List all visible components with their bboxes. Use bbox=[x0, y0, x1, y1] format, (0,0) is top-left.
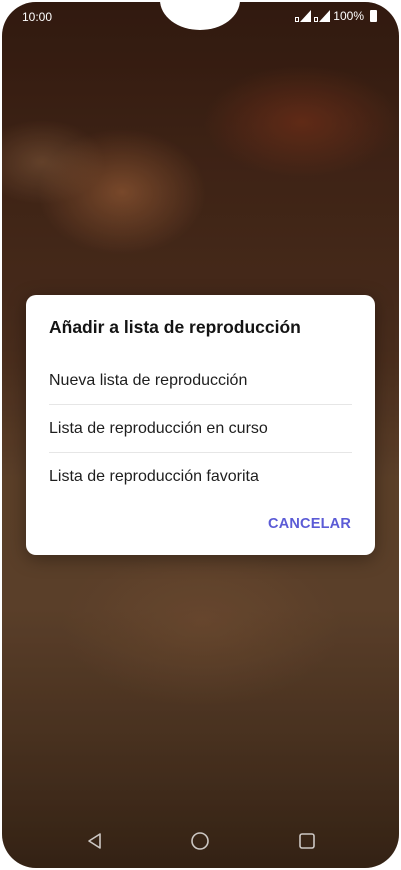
option-favorite-playlist[interactable]: Lista de reproducción favorita bbox=[49, 453, 352, 500]
cancel-button[interactable]: CANCELAR bbox=[268, 516, 351, 532]
option-new-playlist[interactable]: Nueva lista de reproducción bbox=[49, 357, 352, 405]
status-icons: 100% bbox=[295, 9, 377, 23]
navigation-bar bbox=[2, 816, 399, 868]
battery-icon bbox=[370, 10, 377, 22]
status-time: 10:00 bbox=[22, 10, 53, 24]
dialog-title: Añadir a lista de reproducción bbox=[49, 317, 301, 337]
phone-frame: 10:00 100% Añadir a lista de reproducció… bbox=[0, 0, 401, 870]
recent-apps-icon bbox=[299, 833, 315, 849]
back-icon bbox=[88, 833, 101, 849]
signal-icon bbox=[314, 10, 331, 22]
add-to-playlist-dialog: Añadir a lista de reproducción Nueva lis… bbox=[26, 295, 375, 555]
home-button[interactable] bbox=[189, 830, 211, 852]
home-icon bbox=[191, 832, 209, 850]
screen: 10:00 100% Añadir a lista de reproducció… bbox=[2, 2, 399, 868]
recent-apps-button[interactable] bbox=[296, 830, 318, 852]
battery-percent: 100% bbox=[333, 9, 364, 23]
option-current-playlist[interactable]: Lista de reproducción en curso bbox=[49, 405, 352, 453]
back-button[interactable] bbox=[84, 830, 106, 852]
signal-icon bbox=[295, 10, 312, 22]
